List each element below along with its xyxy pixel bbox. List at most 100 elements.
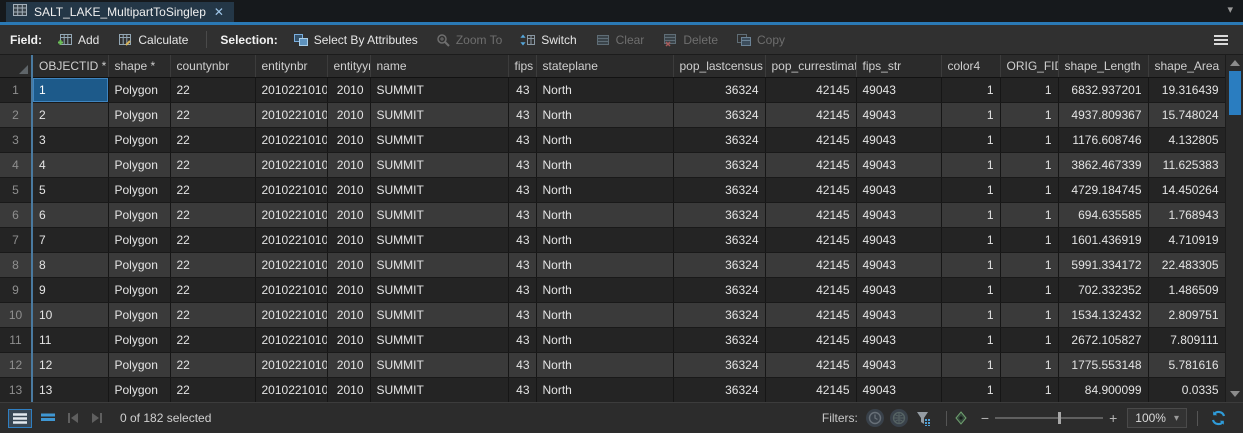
table-cell[interactable]: 5991.334172: [1058, 252, 1148, 277]
table-cell[interactable]: 42145: [765, 102, 856, 127]
row-number[interactable]: 3: [0, 127, 32, 152]
table-cell[interactable]: 2010: [327, 352, 370, 377]
table-cell[interactable]: 2010221010: [255, 377, 327, 402]
table-cell[interactable]: 1: [1000, 377, 1058, 402]
column-header[interactable]: countynbr: [170, 55, 255, 77]
table-cell[interactable]: 2010: [327, 152, 370, 177]
table-cell[interactable]: SUMMIT: [370, 177, 508, 202]
table-cell[interactable]: 1.486509: [1148, 277, 1225, 302]
table-cell[interactable]: 22: [170, 252, 255, 277]
table-cell[interactable]: 22: [170, 152, 255, 177]
table-cell[interactable]: 49043: [856, 252, 941, 277]
zoom-out-button[interactable]: −: [975, 410, 995, 426]
table-cell[interactable]: 1: [941, 177, 1000, 202]
table-cell[interactable]: North: [536, 377, 673, 402]
table-cell[interactable]: 42145: [765, 302, 856, 327]
table-cell[interactable]: 2010221010: [255, 127, 327, 152]
row-number[interactable]: 10: [0, 302, 32, 327]
table-cell[interactable]: 42145: [765, 227, 856, 252]
table-cell[interactable]: 49043: [856, 377, 941, 402]
table-cell[interactable]: Polygon: [108, 277, 170, 302]
first-record-button[interactable]: [64, 410, 82, 426]
table-cell[interactable]: Polygon: [108, 302, 170, 327]
row-number[interactable]: 9: [0, 277, 32, 302]
table-cell[interactable]: 1: [1000, 102, 1058, 127]
table-cell[interactable]: 1: [941, 277, 1000, 302]
time-filter-button[interactable]: [866, 409, 884, 427]
table-cell[interactable]: 7.809111: [1148, 327, 1225, 352]
table-cell[interactable]: 2010221010: [255, 77, 327, 102]
scrollbar-thumb[interactable]: [1229, 71, 1241, 115]
table-cell[interactable]: SUMMIT: [370, 227, 508, 252]
table-cell[interactable]: 4: [32, 152, 108, 177]
table-cell[interactable]: 1: [1000, 302, 1058, 327]
select-by-attributes-button[interactable]: Select By Attributes: [286, 30, 425, 50]
table-cell[interactable]: 1: [1000, 227, 1058, 252]
table-cell[interactable]: 22: [170, 302, 255, 327]
table-cell[interactable]: 43: [508, 102, 536, 127]
table-cell[interactable]: 702.332352: [1058, 277, 1148, 302]
column-header[interactable]: ORIG_FID: [1000, 55, 1058, 77]
table-cell[interactable]: 49043: [856, 327, 941, 352]
table-cell[interactable]: 42145: [765, 127, 856, 152]
table-cell[interactable]: Polygon: [108, 77, 170, 102]
table-cell[interactable]: 2010221010: [255, 252, 327, 277]
table-cell[interactable]: Polygon: [108, 102, 170, 127]
table-cell[interactable]: 49043: [856, 302, 941, 327]
filter-definition-button[interactable]: [914, 409, 934, 428]
table-cell[interactable]: 43: [508, 327, 536, 352]
table-cell[interactable]: 0.0335: [1148, 377, 1225, 402]
tab-attribute-table[interactable]: SALT_LAKE_MultipartToSinglep ✕: [6, 2, 234, 22]
table-cell[interactable]: SUMMIT: [370, 252, 508, 277]
table-cell[interactable]: 4.710919: [1148, 227, 1225, 252]
table-cell[interactable]: 43: [508, 302, 536, 327]
table-cell[interactable]: 1176.608746: [1058, 127, 1148, 152]
table-cell[interactable]: 22: [170, 127, 255, 152]
table-cell[interactable]: 2010: [327, 77, 370, 102]
table-cell[interactable]: 36324: [673, 177, 765, 202]
table-cell[interactable]: 13: [32, 377, 108, 402]
scroll-down-icon[interactable]: [1230, 391, 1240, 397]
table-cell[interactable]: 49043: [856, 202, 941, 227]
table-cell[interactable]: 49043: [856, 352, 941, 377]
switch-selection-button[interactable]: Switch: [513, 30, 583, 50]
table-cell[interactable]: 2.809751: [1148, 302, 1225, 327]
table-cell[interactable]: 36324: [673, 302, 765, 327]
table-cell[interactable]: SUMMIT: [370, 102, 508, 127]
table-cell[interactable]: 12: [32, 352, 108, 377]
column-header[interactable]: entityyr: [327, 55, 370, 77]
table-cell[interactable]: North: [536, 327, 673, 352]
column-header[interactable]: shape_Length: [1058, 55, 1148, 77]
row-number[interactable]: 8: [0, 252, 32, 277]
column-header[interactable]: pop_currestimate: [765, 55, 856, 77]
table-cell[interactable]: 2010: [327, 127, 370, 152]
zoom-level-select[interactable]: 100% ▾: [1127, 408, 1187, 428]
row-number[interactable]: 2: [0, 102, 32, 127]
zoom-slider-track[interactable]: [995, 417, 1103, 419]
table-cell[interactable]: 22: [170, 352, 255, 377]
table-cell[interactable]: 2010: [327, 327, 370, 352]
chevron-down-icon[interactable]: ▾: [1227, 3, 1233, 16]
table-cell[interactable]: 84.900099: [1058, 377, 1148, 402]
table-cell[interactable]: 42145: [765, 202, 856, 227]
table-cell[interactable]: 22.483305: [1148, 252, 1225, 277]
zoom-slider[interactable]: [995, 411, 1103, 425]
table-cell[interactable]: 36324: [673, 77, 765, 102]
row-number[interactable]: 6: [0, 202, 32, 227]
table-cell[interactable]: 2: [32, 102, 108, 127]
vertical-scrollbar[interactable]: [1225, 55, 1243, 402]
table-cell[interactable]: 1: [1000, 127, 1058, 152]
table-cell[interactable]: 36324: [673, 277, 765, 302]
show-all-records-button[interactable]: [8, 409, 32, 428]
table-cell[interactable]: 4937.809367: [1058, 102, 1148, 127]
scroll-up-icon[interactable]: [1230, 60, 1240, 66]
scrollbar-track[interactable]: [1226, 71, 1243, 386]
table-cell[interactable]: 43: [508, 152, 536, 177]
table-cell[interactable]: 2672.105827: [1058, 327, 1148, 352]
table-cell[interactable]: Polygon: [108, 152, 170, 177]
copy-rows-button[interactable]: Copy: [729, 30, 792, 50]
table-cell[interactable]: 42145: [765, 77, 856, 102]
table-cell[interactable]: 1601.436919: [1058, 227, 1148, 252]
table-cell[interactable]: 42145: [765, 377, 856, 402]
row-number[interactable]: 4: [0, 152, 32, 177]
